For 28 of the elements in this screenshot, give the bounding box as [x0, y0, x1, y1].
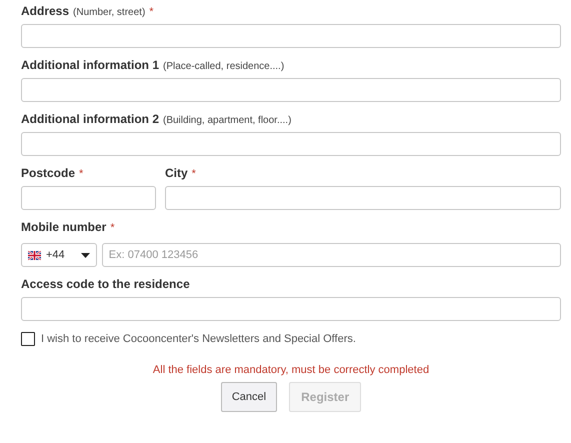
- field-hint: (Number, street): [73, 7, 146, 18]
- checkbox-label[interactable]: I wish to receive Cocooncenter's Newsletters and Special Offers.: [41, 333, 356, 345]
- field-label: Access code to the residence: [21, 277, 190, 291]
- input-field[interactable]: [21, 297, 561, 321]
- field-hint: (Building, apartment, floor....): [163, 115, 292, 126]
- input-field[interactable]: [21, 132, 561, 156]
- input-field[interactable]: [21, 78, 561, 102]
- required-mark: *: [79, 168, 84, 180]
- required-mark: *: [149, 6, 154, 18]
- field-label: City: [165, 166, 188, 180]
- field-label: Address: [21, 4, 70, 18]
- checkbox[interactable]: [21, 332, 35, 346]
- field-label: Additional information 2: [21, 112, 159, 126]
- input-field[interactable]: [21, 24, 561, 48]
- required-mark: *: [110, 222, 115, 234]
- phone-input-field[interactable]: Ex: 07400 123456: [102, 243, 561, 267]
- required-mark: *: [192, 168, 196, 180]
- error-message: All the fields are mandatory, must be correctly completed: [152, 364, 430, 376]
- cancel-button[interactable]: Cancel: [220, 382, 278, 412]
- field-label: Postcode: [21, 166, 76, 180]
- field-label: Additional information 1: [21, 58, 159, 72]
- input-field[interactable]: [21, 186, 156, 210]
- caret-icon: [80, 252, 90, 258]
- field-label: Mobile number: [21, 220, 106, 234]
- flag-icon: [28, 250, 41, 260]
- country-code-dropdown[interactable]: +44: [21, 243, 97, 267]
- field-hint: (Place-called, residence....): [163, 61, 284, 72]
- input-field[interactable]: [165, 186, 561, 210]
